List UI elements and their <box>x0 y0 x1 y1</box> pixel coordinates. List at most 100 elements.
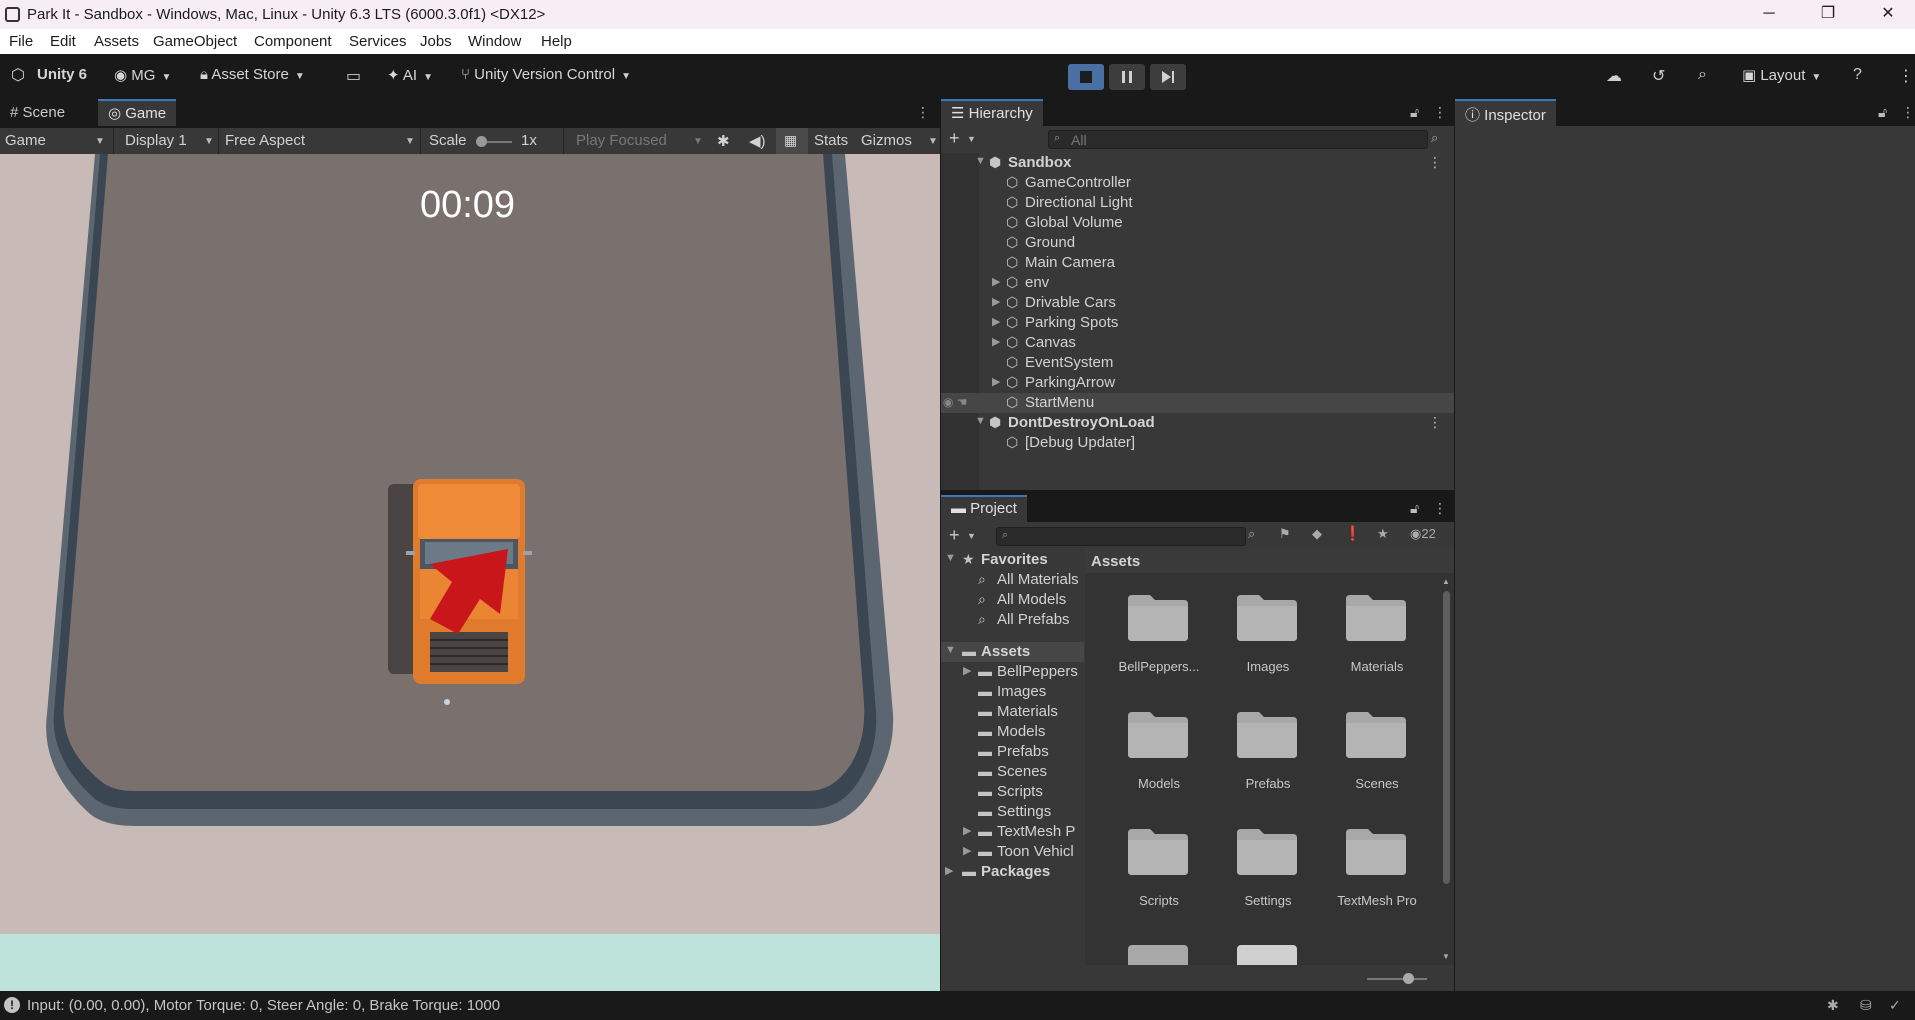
panel-menu-icon[interactable]: ⋮ <box>1433 500 1447 517</box>
menu-jobs[interactable]: Jobs <box>420 33 452 50</box>
hierarchy-row[interactable]: ⬡ Global Volume <box>941 213 1454 233</box>
hidden-count-toggle[interactable]: ◉22 <box>1410 526 1436 542</box>
label-icon[interactable]: ◆ <box>1312 526 1322 542</box>
tree-favorites[interactable]: ▼ ★ Favorites <box>941 550 1084 570</box>
check-icon[interactable]: ✓ <box>1889 997 1901 1014</box>
search-options-icon[interactable]: ⌕ <box>1431 130 1438 146</box>
add-icon[interactable]: + <box>949 525 960 546</box>
menu-file[interactable]: File <box>9 33 33 50</box>
tree-asset-folder[interactable]: ▬ Prefabs <box>941 742 1084 762</box>
gizmos-button[interactable]: Gizmos <box>861 132 912 149</box>
unity-version-label[interactable]: Unity 6 <box>37 66 87 83</box>
collapse-arrow-icon[interactable]: ▶ <box>963 664 971 677</box>
archive-icon[interactable]: ▭ <box>346 66 361 86</box>
hierarchy-search[interactable]: ⌕ All <box>1048 130 1428 149</box>
search-options-icon[interactable]: ⌕ <box>1248 526 1255 542</box>
debug-off-icon[interactable]: ✱ <box>1827 997 1839 1014</box>
expand-arrow-icon[interactable]: ▼ <box>945 644 956 656</box>
asset-folder-tile[interactable]: Scripts <box>1095 827 1203 927</box>
asset-folder-tile[interactable]: BellPeppers... <box>1095 593 1203 693</box>
menu-services[interactable]: Services <box>349 33 407 50</box>
collapse-arrow-icon[interactable]: ▶ <box>992 335 1000 348</box>
tab-project[interactable]: ▬ Project <box>941 495 1027 522</box>
hierarchy-row[interactable]: ▶ ⬡ Drivable Cars <box>941 293 1454 313</box>
menu-window[interactable]: Window <box>468 33 521 50</box>
tree-favorite-item[interactable]: ⌕ All Materials <box>941 570 1084 590</box>
star-icon[interactable]: ★ <box>1377 526 1389 542</box>
asset-folder-tile[interactable]: Materials <box>1313 593 1421 693</box>
asset-folder-tile[interactable]: Scenes <box>1313 710 1421 810</box>
scroll-thumb[interactable] <box>1443 591 1450 884</box>
collapse-arrow-icon[interactable]: ▶ <box>963 844 971 857</box>
console-status-message[interactable]: Input: (0.00, 0.00), Motor Torque: 0, St… <box>27 997 500 1014</box>
tab-scene[interactable]: # Scene <box>0 99 75 126</box>
cloud-icon[interactable]: ☁ <box>1606 66 1622 86</box>
play-stop-button[interactable] <box>1068 64 1104 90</box>
bug-icon[interactable]: ✱ <box>717 132 730 150</box>
menu-help[interactable]: Help <box>541 33 572 50</box>
stats-button[interactable]: Stats <box>814 132 848 149</box>
lock-icon[interactable]: 🔓︎ <box>1410 104 1419 121</box>
hierarchy-row[interactable]: ▶ ⬡ ParkingArrow <box>941 373 1454 393</box>
expand-arrow-icon[interactable]: ▼ <box>975 415 986 427</box>
expand-arrow-icon[interactable]: ▼ <box>975 155 986 167</box>
panel-menu-icon[interactable]: ⋮ <box>1901 104 1915 121</box>
asset-grid-scrollbar[interactable]: ▲ ▼ <box>1442 577 1450 962</box>
collapse-arrow-icon[interactable]: ▶ <box>945 864 953 877</box>
hierarchy-row[interactable]: ⬡ StartMenu ◉ ☚ <box>941 393 1454 413</box>
restore-button[interactable]: ❐ <box>1806 2 1850 26</box>
tree-asset-folder[interactable]: ▬ Images <box>941 682 1084 702</box>
tab-inspector[interactable]: ⓘ Inspector <box>1455 99 1556 126</box>
tab-hierarchy[interactable]: ☰ Hierarchy <box>941 99 1043 126</box>
ai-dropdown[interactable]: ✦ AI ▼ <box>387 66 433 84</box>
pause-button[interactable] <box>1109 64 1145 90</box>
layout-dropdown[interactable]: ▣ Layout ▼ <box>1742 66 1821 84</box>
menu-component[interactable]: Component <box>254 33 332 50</box>
tree-asset-folder[interactable]: ▬ Scripts <box>941 782 1084 802</box>
hierarchy-row[interactable]: ⬡ Directional Light <box>941 193 1454 213</box>
asset-folder-tile[interactable]: Settings <box>1204 827 1312 927</box>
lock-icon[interactable]: 🔓︎ <box>1410 500 1419 517</box>
version-control-dropdown[interactable]: ⑂ Unity Version Control ▼ <box>461 66 631 83</box>
tree-asset-folder[interactable]: ▬ Models <box>941 722 1084 742</box>
collapse-arrow-icon[interactable]: ▶ <box>992 275 1000 288</box>
gizmo-grid-toggle[interactable]: ▦ <box>776 128 808 154</box>
hierarchy-row[interactable]: ⬡ Main Camera <box>941 253 1454 273</box>
scale-slider-handle[interactable] <box>476 136 487 147</box>
add-icon[interactable]: + <box>949 128 960 149</box>
step-button[interactable] <box>1150 64 1186 90</box>
minimize-button[interactable]: ─ <box>1747 2 1791 26</box>
tree-asset-folder[interactable]: ▬ Scenes <box>941 762 1084 782</box>
tab-game[interactable]: ◎ Game <box>98 99 177 126</box>
partial-package-tile[interactable] <box>1237 945 1297 965</box>
lock-icon[interactable]: 🔓︎ <box>1878 104 1887 121</box>
search-icon[interactable]: ⌕ <box>1698 66 1707 84</box>
tree-favorite-item[interactable]: ⌕ All Prefabs <box>941 610 1084 630</box>
icon-size-slider[interactable] <box>1367 978 1427 980</box>
tree-assets[interactable]: ▼ ▬ Assets <box>941 642 1084 662</box>
cache-icon[interactable]: ⛁ <box>1860 997 1872 1014</box>
collapse-arrow-icon[interactable]: ▶ <box>992 295 1000 308</box>
history-icon[interactable]: ↺ <box>1652 66 1665 86</box>
display-dropdown[interactable]: Display 1 <box>125 132 187 149</box>
more-icon[interactable]: ⋮ <box>1898 66 1914 86</box>
visibility-pick-icon[interactable]: ◉ ☚ <box>943 395 968 409</box>
aspect-dropdown[interactable]: Free Aspect <box>225 132 305 149</box>
partial-folder-tile[interactable] <box>1128 945 1188 965</box>
menu-assets[interactable]: Assets <box>94 33 139 50</box>
tree-asset-folder[interactable]: ▬ Settings <box>941 802 1084 822</box>
panel-menu-icon[interactable]: ⋮ <box>1433 104 1447 121</box>
hierarchy-row[interactable]: ▶ ⬡ Canvas <box>941 333 1454 353</box>
hierarchy-scene-row[interactable]: ▼ ⬢ Sandbox ⋮ <box>941 153 1454 173</box>
warning-icon[interactable]: ❗ <box>1344 525 1361 542</box>
tree-asset-folder[interactable]: ▶ ▬ TextMesh P <box>941 822 1084 842</box>
icon-size-slider-handle[interactable] <box>1403 973 1414 984</box>
asset-folder-tile[interactable]: TextMesh Pro <box>1313 827 1421 927</box>
scroll-down-icon[interactable]: ▼ <box>1442 952 1450 961</box>
asset-folder-tile[interactable]: Models <box>1095 710 1203 810</box>
collapse-arrow-icon[interactable]: ▶ <box>992 315 1000 328</box>
hierarchy-row[interactable]: ⬡ [Debug Updater] <box>941 433 1454 453</box>
hierarchy-row[interactable]: ▶ ⬡ Parking Spots <box>941 313 1454 333</box>
asset-folder-tile[interactable]: Images <box>1204 593 1312 693</box>
game-view[interactable]: 00:09 <box>0 154 940 991</box>
